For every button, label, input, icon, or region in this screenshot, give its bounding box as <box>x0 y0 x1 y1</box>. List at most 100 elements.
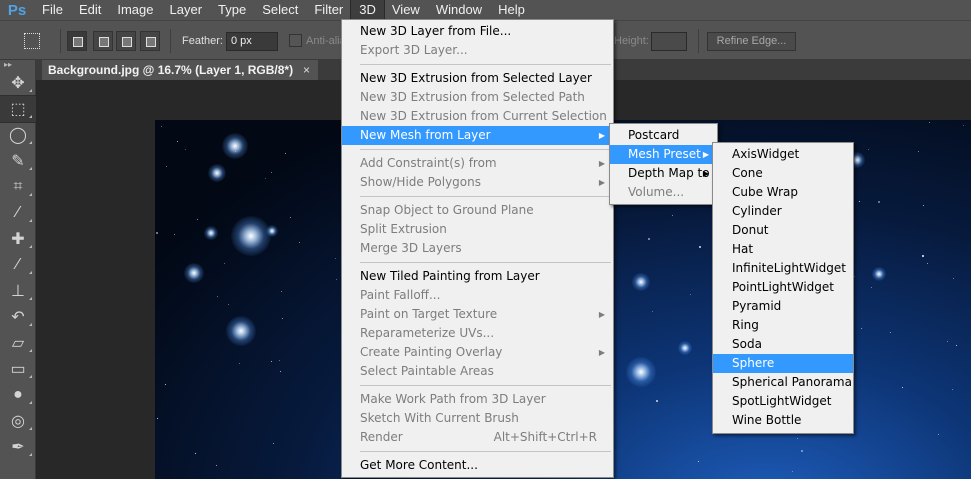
dodge-tool[interactable]: ◎ <box>0 408 36 434</box>
feather-input[interactable]: 0 px <box>226 32 278 51</box>
eyedropper-tool[interactable]: ⁄ <box>0 200 36 226</box>
crop-tool[interactable]: ⌗ <box>0 174 36 200</box>
subtract-selection-button[interactable] <box>116 31 136 51</box>
star <box>902 387 903 388</box>
menu-item-label: Pyramid <box>732 299 782 313</box>
menu-item-donut[interactable]: Donut <box>713 221 853 240</box>
menu-item-cylinder[interactable]: Cylinder <box>713 202 853 221</box>
menu-item-new-mesh-from-layer[interactable]: New Mesh from Layer ▶ <box>342 126 613 145</box>
intersect-selection-button[interactable] <box>140 31 160 51</box>
menu-item-depth-map-to[interactable]: Depth Map to ▶ <box>610 164 717 183</box>
panel-collapse-icon[interactable]: ▸▸ <box>0 60 35 70</box>
move-tool[interactable]: ✥ <box>0 70 36 96</box>
star <box>656 400 658 402</box>
menu-file[interactable]: File <box>34 0 71 20</box>
antialias-checkbox[interactable] <box>289 34 302 47</box>
menu-item-paint-on-target-texture[interactable]: Paint on Target Texture ▶ <box>342 305 613 324</box>
menu-item-spherical-panorama[interactable]: Spherical Panorama <box>713 373 853 392</box>
new-selection-button[interactable] <box>67 31 87 51</box>
menu-image[interactable]: Image <box>109 0 161 20</box>
menu-item-axiswidget[interactable]: AxisWidget <box>713 145 853 164</box>
menu-item-show-hide-polygons[interactable]: Show/Hide Polygons ▶ <box>342 173 613 192</box>
eraser-tool[interactable]: ▱ <box>0 330 36 356</box>
height-input[interactable] <box>651 32 687 51</box>
menu-item-split-extrusion[interactable]: Split Extrusion <box>342 220 613 239</box>
menu-layer[interactable]: Layer <box>162 0 211 20</box>
star <box>648 238 650 240</box>
menu-item-volume[interactable]: Volume... <box>610 183 717 202</box>
menu-item-label: Reparameterize UVs... <box>360 326 495 340</box>
menu-item-pointlightwidget[interactable]: PointLightWidget <box>713 278 853 297</box>
menu-item-infinitelightwidget[interactable]: InfiniteLightWidget <box>713 259 853 278</box>
menu-item-spotlightwidget[interactable]: SpotLightWidget <box>713 392 853 411</box>
menu-item-cube-wrap[interactable]: Cube Wrap <box>713 183 853 202</box>
menu-item-render[interactable]: Render Alt+Shift+Ctrl+R <box>342 428 613 447</box>
menu-item-make-work-path-from-3d-layer[interactable]: Make Work Path from 3D Layer <box>342 390 613 409</box>
menu-item-label: Paint Falloff... <box>360 288 441 302</box>
menu-filter[interactable]: Filter <box>306 0 351 20</box>
quick-select-tool[interactable]: ✎ <box>0 148 36 174</box>
menu-item-select-paintable-areas[interactable]: Select Paintable Areas <box>342 362 613 381</box>
menu-item-merge-3d-layers[interactable]: Merge 3D Layers <box>342 239 613 258</box>
star <box>195 453 196 454</box>
menu-item-new-3d-layer-from-file[interactable]: New 3D Layer from File... <box>342 22 613 41</box>
star <box>280 371 281 372</box>
menu-item-label: Select Paintable Areas <box>360 364 494 378</box>
menu-item-snap-object-to-ground-plane[interactable]: Snap Object to Ground Plane <box>342 201 613 220</box>
document-tab-title: Background.jpg @ 16.7% (Layer 1, RGB/8*) <box>48 63 294 77</box>
menu-item-add-constraint-s-from[interactable]: Add Constraint(s) from ▶ <box>342 154 613 173</box>
marquee-preset-icon[interactable] <box>24 33 40 49</box>
menu-item-new-3d-extrusion-from-selected-path[interactable]: New 3D Extrusion from Selected Path <box>342 88 613 107</box>
menu-item-soda[interactable]: Soda <box>713 335 853 354</box>
menu-item-cone[interactable]: Cone <box>713 164 853 183</box>
menu-item-paint-falloff[interactable]: Paint Falloff... <box>342 286 613 305</box>
close-icon[interactable]: × <box>303 60 310 80</box>
menu-item-create-painting-overlay[interactable]: Create Painting Overlay ▶ <box>342 343 613 362</box>
menu-item-pyramid[interactable]: Pyramid <box>713 297 853 316</box>
height-label: Height: <box>614 35 649 47</box>
menu-edit[interactable]: Edit <box>71 0 109 20</box>
stamp-tool[interactable]: ⊥ <box>0 278 36 304</box>
add-selection-button[interactable] <box>93 31 113 51</box>
brush-tool[interactable]: ∕ <box>0 252 36 278</box>
bright-star <box>204 226 218 240</box>
menu-item-postcard[interactable]: Postcard <box>610 126 717 145</box>
menu-item-label: New 3D Extrusion from Selected Path <box>360 90 585 104</box>
menu-item-sketch-with-current-brush[interactable]: Sketch With Current Brush <box>342 409 613 428</box>
document-tab[interactable]: Background.jpg @ 16.7% (Layer 1, RGB/8*)… <box>42 60 318 80</box>
history-brush-tool[interactable]: ↶ <box>0 304 36 330</box>
menu-item-wine-bottle[interactable]: Wine Bottle <box>713 411 853 430</box>
refine-edge-button[interactable]: Refine Edge... <box>707 32 796 51</box>
menu-item-sphere[interactable]: Sphere <box>713 354 853 373</box>
menu-view[interactable]: View <box>384 0 428 20</box>
pen-tool[interactable]: ✒ <box>0 434 36 460</box>
menu-item-hat[interactable]: Hat <box>713 240 853 259</box>
submenu-arrow-icon: ▶ <box>702 169 709 178</box>
bright-star <box>226 316 256 346</box>
menu-item-label: Cone <box>732 166 763 180</box>
menu-item-reparameterize-uvs[interactable]: Reparameterize UVs... <box>342 324 613 343</box>
menu-item-label: Hat <box>732 242 754 256</box>
menu-item-label: Sphere <box>732 356 775 370</box>
lasso-tool[interactable]: ◯ <box>0 122 36 148</box>
menu-item-export-3d-layer[interactable]: Export 3D Layer... <box>342 41 613 60</box>
star <box>698 461 699 462</box>
star <box>792 471 793 472</box>
menu-type[interactable]: Type <box>210 0 254 20</box>
blur-tool[interactable]: ● <box>0 382 36 408</box>
menu-item-mesh-preset[interactable]: Mesh Preset ▶ <box>610 145 717 164</box>
menu-3d[interactable]: 3D <box>350 0 385 21</box>
menu-item-ring[interactable]: Ring <box>713 316 853 335</box>
gradient-tool[interactable]: ▭ <box>0 356 36 382</box>
menu-item-new-tiled-painting-from-layer[interactable]: New Tiled Painting from Layer <box>342 267 613 286</box>
healing-tool[interactable]: ✚ <box>0 226 36 252</box>
menu-item-get-more-content[interactable]: Get More Content... <box>342 456 613 475</box>
menu-help[interactable]: Help <box>490 0 533 20</box>
menu-window[interactable]: Window <box>428 0 490 20</box>
menu-separator <box>360 64 611 65</box>
menu-item-new-3d-extrusion-from-selected-layer[interactable]: New 3D Extrusion from Selected Layer <box>342 69 613 88</box>
menu-select[interactable]: Select <box>254 0 306 20</box>
menu-item-new-3d-extrusion-from-current-selection[interactable]: New 3D Extrusion from Current Selection <box>342 107 613 126</box>
star <box>672 215 673 216</box>
marquee-tool[interactable]: ⬚ <box>0 95 37 123</box>
